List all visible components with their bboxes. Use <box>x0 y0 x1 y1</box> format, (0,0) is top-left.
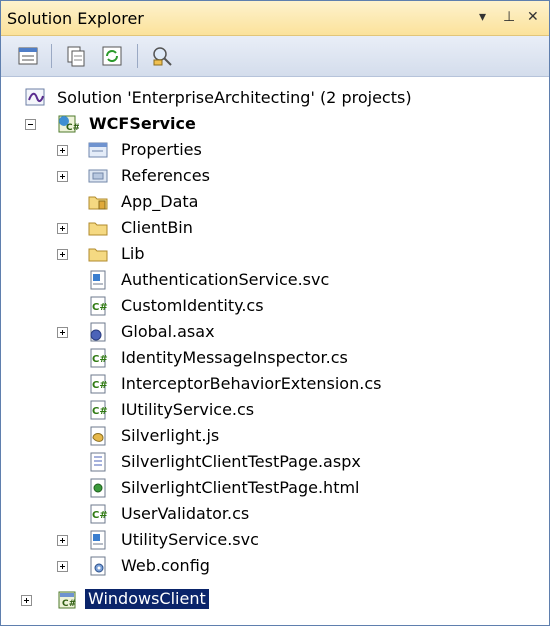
toolbar-separator <box>137 44 138 68</box>
tree-item-label: AuthenticationService.svc <box>121 270 330 289</box>
expand-toggle[interactable] <box>57 171 68 182</box>
csharp-web-project-icon: C# <box>57 114 80 134</box>
references-folder-icon <box>87 166 109 186</box>
tree-item-label: IdentityMessageInspector.cs <box>121 348 348 367</box>
tree-item-label: References <box>121 166 210 185</box>
toolbar <box>1 36 549 77</box>
toolbar-separator <box>51 44 52 68</box>
tree-item-label: WCFService <box>89 114 196 133</box>
app-data-folder-icon <box>87 192 109 212</box>
tree-item-label: UserValidator.cs <box>121 504 250 523</box>
svg-text:C#: C# <box>66 123 79 133</box>
expand-toggle[interactable] <box>21 595 32 606</box>
expand-toggle[interactable] <box>57 145 68 156</box>
properties-folder-icon <box>87 140 109 160</box>
tree-item-label: App_Data <box>121 192 199 211</box>
csharp-file-icon: C# <box>87 348 109 368</box>
csharp-file-icon: C# <box>87 374 109 394</box>
collapse-toggle[interactable] <box>25 119 36 130</box>
tree-item-label: CustomIdentity.cs <box>121 296 264 315</box>
window-title: Solution Explorer <box>7 9 144 28</box>
csharp-file-icon: C# <box>87 504 109 524</box>
javascript-file-icon <box>87 426 109 446</box>
tree-item-label: Lib <box>121 244 145 263</box>
csharp-file-icon: C# <box>87 296 109 316</box>
tree-item-label: Global.asax <box>121 322 215 341</box>
folder-icon <box>87 244 109 264</box>
tree-item-label: UtilityService.svc <box>121 530 259 549</box>
tree-item-label: Solution 'EnterpriseArchitecting' (2 pro… <box>57 88 412 107</box>
svg-text:C#: C# <box>62 599 76 609</box>
tree-item-label: SilverlightClientTestPage.aspx <box>121 452 361 471</box>
expand-toggle[interactable] <box>57 561 68 572</box>
solution-icon <box>25 88 47 108</box>
solution-explorer-window: Solution Explorer ▾ ⊥ ✕ Solution 'Enterp… <box>0 0 550 626</box>
html-file-icon <box>87 478 109 498</box>
svg-text:C#: C# <box>92 380 108 391</box>
auto-hide-pin-icon[interactable]: ⊥ <box>503 9 515 25</box>
tree-item-label: ClientBin <box>121 218 193 237</box>
global-asax-icon <box>87 322 109 342</box>
tree-item-label: Web.config <box>121 556 210 575</box>
expand-toggle[interactable] <box>57 249 68 260</box>
tree-item-label: WindowsClient <box>85 589 209 609</box>
folder-icon <box>87 218 109 238</box>
tree-item-label: Properties <box>121 140 202 159</box>
svc-file-icon <box>87 270 109 290</box>
svg-text:C#: C# <box>92 302 108 313</box>
expand-toggle[interactable] <box>57 327 68 338</box>
config-file-icon <box>87 556 109 576</box>
window-position-dropdown-icon[interactable]: ▾ <box>479 9 486 25</box>
svg-text:C#: C# <box>92 510 108 521</box>
solution-tree: Solution 'EnterpriseArchitecting' (2 pro… <box>1 77 549 625</box>
expand-toggle[interactable] <box>57 535 68 546</box>
expand-toggle[interactable] <box>57 223 68 234</box>
tree-item-label: IUtilityService.cs <box>121 400 255 419</box>
properties-icon[interactable] <box>17 45 39 67</box>
view-class-diagram-icon[interactable] <box>151 45 173 67</box>
aspx-file-icon <box>87 452 109 472</box>
svg-text:C#: C# <box>92 406 108 417</box>
tree-item-label: SilverlightClientTestPage.html <box>121 478 360 497</box>
close-icon[interactable]: ✕ <box>527 9 539 25</box>
refresh-icon[interactable] <box>101 45 123 67</box>
svc-file-icon <box>87 530 109 550</box>
csharp-project-icon: C# <box>57 590 79 610</box>
svg-text:C#: C# <box>92 354 108 365</box>
csharp-file-icon: C# <box>87 400 109 420</box>
tree-item-label: InterceptorBehaviorExtension.cs <box>121 374 382 393</box>
title-bar: Solution Explorer ▾ ⊥ ✕ <box>1 1 549 36</box>
show-all-files-icon[interactable] <box>65 45 87 67</box>
tree-item-label: Silverlight.js <box>121 426 220 445</box>
